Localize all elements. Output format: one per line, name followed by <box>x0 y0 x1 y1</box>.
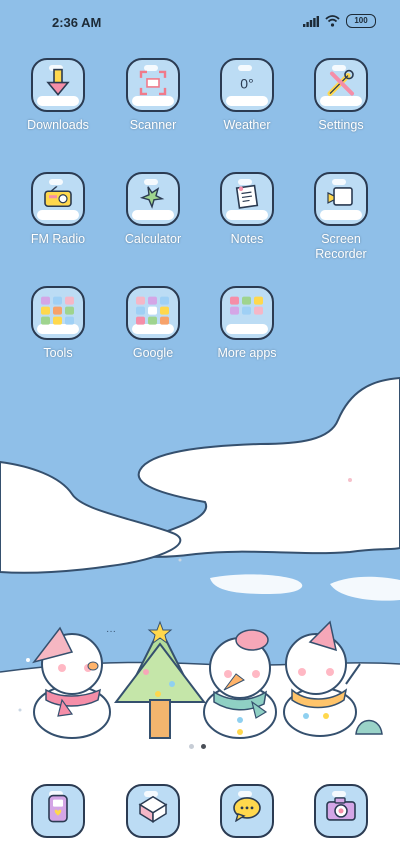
app-label: Weather <box>223 118 271 132</box>
dock-phone[interactable] <box>10 784 106 838</box>
wifi-icon <box>325 15 340 27</box>
folder-icon <box>31 286 85 340</box>
app-scanner[interactable]: Scanner <box>105 58 201 133</box>
svg-text:···: ··· <box>106 626 116 637</box>
app-label: Calculator <box>124 232 182 246</box>
app-notes[interactable]: Notes <box>199 172 295 247</box>
app-label: Settings <box>318 118 364 132</box>
status-icons: 100 <box>303 14 376 28</box>
app-downloads[interactable]: Downloads <box>10 58 106 133</box>
app-label: Notes <box>230 232 264 246</box>
folder-icon <box>220 286 274 340</box>
camera-icon <box>314 784 368 838</box>
radio-icon <box>31 172 85 226</box>
app-weather[interactable]: 0° Weather <box>199 58 295 133</box>
app-settings[interactable]: Settings <box>293 58 389 133</box>
clock: 2:36 AM <box>52 15 102 30</box>
app-label: Downloads <box>27 118 89 132</box>
dock-chat[interactable] <box>199 784 295 838</box>
page-indicator <box>189 744 206 749</box>
page-dot-active[interactable] <box>201 744 206 749</box>
signal-icon <box>303 15 319 27</box>
screen-recorder-icon <box>314 172 368 226</box>
app-label: Scanner <box>129 118 177 132</box>
app-label: FM Radio <box>30 232 86 246</box>
status-bar: 2:36 AM 100 <box>0 0 400 44</box>
chat-icon <box>220 784 274 838</box>
scanner-icon <box>126 58 180 112</box>
folder-more-apps[interactable]: More apps <box>199 286 295 361</box>
settings-icon <box>314 58 368 112</box>
phone-icon <box>31 784 85 838</box>
battery-icon: 100 <box>346 14 376 28</box>
app-label: Tools <box>43 346 73 360</box>
app-calculator[interactable]: Calculator <box>105 172 201 247</box>
folder-tools[interactable]: Tools <box>10 286 106 361</box>
dock-camera[interactable] <box>293 784 389 838</box>
weather-temp: 0° <box>240 75 254 92</box>
page-dot[interactable] <box>189 744 194 749</box>
folder-icon <box>126 286 180 340</box>
app-label: Screen Recorder <box>315 232 367 261</box>
app-label: Google <box>132 346 174 360</box>
calculator-icon <box>126 172 180 226</box>
download-icon <box>31 58 85 112</box>
weather-icon: 0° <box>220 58 274 112</box>
dock-messages[interactable] <box>105 784 201 838</box>
folder-google[interactable]: Google <box>105 286 201 361</box>
notes-icon <box>220 172 274 226</box>
app-label: More apps <box>217 346 277 360</box>
messages-icon <box>126 784 180 838</box>
app-fm-radio[interactable]: FM Radio <box>10 172 106 247</box>
app-screen-recorder[interactable]: Screen Recorder <box>293 172 389 262</box>
